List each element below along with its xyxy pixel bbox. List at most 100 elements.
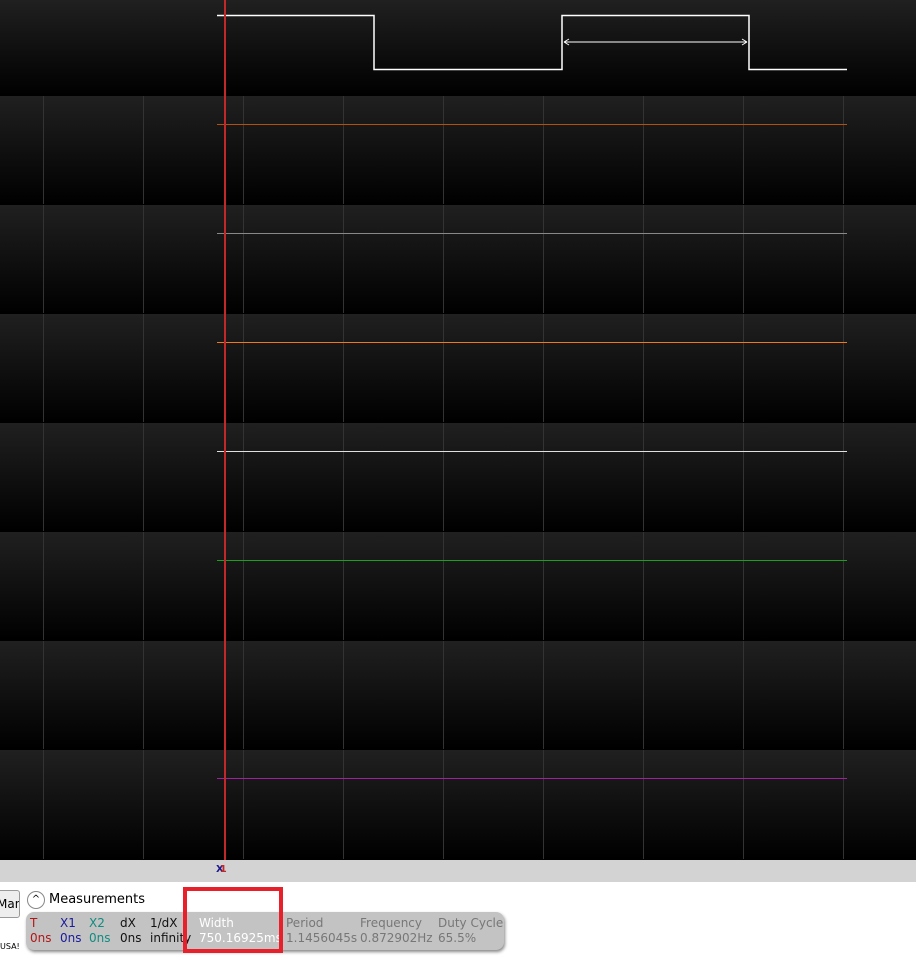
grid-line (843, 205, 844, 313)
trigger-cursor[interactable] (224, 0, 226, 860)
measurement-duty-cycle: Duty Cycle 65.5% (438, 916, 503, 946)
grid-line (643, 205, 644, 313)
grid-line (43, 205, 44, 313)
measurement-label: Frequency (360, 916, 422, 930)
manual-button[interactable]: Man (0, 890, 20, 918)
measurement-label: Duty Cycle (438, 916, 504, 930)
measurement-t: T 0ns (30, 916, 52, 946)
channel-signal (217, 342, 847, 343)
channel-0-waveform (217, 14, 847, 71)
grid-line (243, 641, 244, 749)
measurement-value: 0.872902Hz (360, 931, 433, 945)
measurement-value: 0ns (30, 931, 52, 945)
grid-line (143, 750, 144, 859)
grid-line (443, 205, 444, 313)
grid-line (643, 423, 644, 531)
measurement-value: 0ns (120, 931, 142, 945)
measurement-dx: dX 0ns (120, 916, 142, 946)
grid-line (743, 423, 744, 531)
grid-line (743, 750, 744, 859)
measurements-title: Measurements (49, 892, 146, 907)
channel-signal (217, 560, 847, 561)
grid-line (543, 205, 544, 313)
measurement-label: X1 (60, 916, 76, 930)
grid-line (843, 532, 844, 640)
grid-line (443, 96, 444, 204)
grid-line (243, 205, 244, 313)
measurement-value: 1.1456045s (286, 931, 358, 945)
measurement-value: 0ns (89, 931, 111, 945)
channel-row (0, 641, 916, 749)
grid-line (543, 423, 544, 531)
grid-line (343, 423, 344, 531)
measurement-value: 0ns (60, 931, 82, 945)
grid-line (43, 96, 44, 204)
waveform-trace (217, 14, 847, 71)
grid-line (43, 423, 44, 531)
grid-line (343, 641, 344, 749)
grid-line (243, 96, 244, 204)
measurement-x1: X1 0ns (60, 916, 82, 946)
grid-line (743, 641, 744, 749)
measurement-period: Period 1.1456045s (286, 916, 357, 946)
grid-line (43, 532, 44, 640)
grid-line (643, 96, 644, 204)
grid-line (843, 423, 844, 531)
channel-signal (217, 233, 847, 234)
grid-line (643, 750, 644, 859)
grid-line (543, 96, 544, 204)
time-ruler[interactable] (0, 860, 916, 882)
footer-text: USA! (0, 942, 20, 951)
grid-line (143, 641, 144, 749)
grid-line (143, 532, 144, 640)
grid-line (343, 750, 344, 859)
waveform-plot[interactable] (0, 0, 916, 860)
t-label: 1 (219, 864, 227, 875)
grid-line (843, 641, 844, 749)
measurement-x2: X2 0ns (89, 916, 111, 946)
collapse-icon[interactable]: ^ (27, 891, 45, 909)
grid-line (643, 314, 644, 422)
channel-signal (217, 778, 847, 779)
measurement-label: X2 (89, 916, 105, 930)
highlight-box (183, 887, 283, 953)
grid-line (543, 750, 544, 859)
grid-line (643, 641, 644, 749)
measurement-label: dX (120, 916, 136, 930)
grid-line (143, 96, 144, 204)
grid-line (443, 750, 444, 859)
measurement-label: T (30, 916, 38, 930)
channel-row (0, 314, 916, 422)
grid-line (743, 205, 744, 313)
grid-line (743, 314, 744, 422)
cursor-marker[interactable]: X1 (216, 864, 227, 875)
channel-row (0, 205, 916, 313)
grid-line (43, 641, 44, 749)
grid-line (343, 96, 344, 204)
grid-line (243, 423, 244, 531)
grid-line (243, 750, 244, 859)
grid-line (243, 314, 244, 422)
channel-row (0, 532, 916, 640)
grid-line (843, 750, 844, 859)
grid-line (443, 423, 444, 531)
measurement-label: Period (286, 916, 324, 930)
grid-line (43, 314, 44, 422)
grid-line (443, 532, 444, 640)
channel-row (0, 750, 916, 859)
grid-line (843, 96, 844, 204)
grid-line (443, 314, 444, 422)
grid-line (543, 641, 544, 749)
grid-line (343, 205, 344, 313)
channel-signal (217, 124, 847, 125)
grid-line (243, 532, 244, 640)
grid-line (143, 423, 144, 531)
grid-line (43, 750, 44, 859)
grid-line (343, 532, 344, 640)
grid-line (343, 314, 344, 422)
grid-line (443, 641, 444, 749)
grid-line (643, 532, 644, 640)
measurement-frequency: Frequency 0.872902Hz (360, 916, 433, 946)
grid-line (843, 314, 844, 422)
grid-line (743, 532, 744, 640)
